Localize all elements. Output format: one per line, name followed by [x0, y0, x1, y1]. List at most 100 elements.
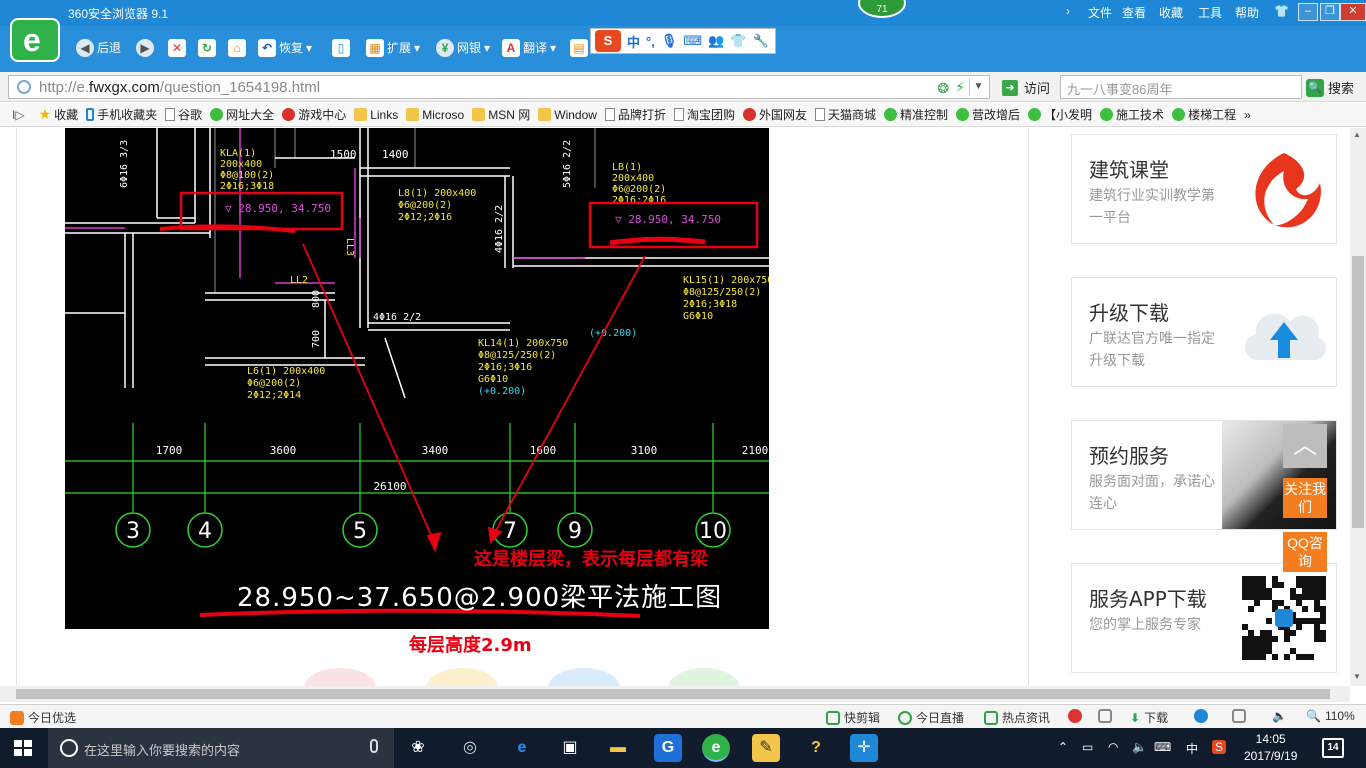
pin-icon[interactable]: [1098, 709, 1112, 723]
favorite-item[interactable]: 营改增后: [956, 106, 1020, 123]
microphone-icon[interactable]: 🎙: [661, 33, 678, 49]
security-icon[interactable]: ❂: [937, 80, 949, 97]
scroll-thumb[interactable]: [1352, 256, 1364, 528]
home-button[interactable]: ⌂: [228, 38, 246, 58]
qq-consult-button[interactable]: QQ咨询: [1283, 532, 1327, 572]
favorite-item[interactable]: 天猫商城: [814, 106, 876, 123]
more-favorites-icon[interactable]: »: [1244, 108, 1251, 122]
favorite-item[interactable]: 精准控制: [884, 106, 948, 123]
keyboard-icon[interactable]: ⌨: [1154, 740, 1171, 754]
favorite-item[interactable]: 施工技术: [1100, 106, 1164, 123]
menu-file[interactable]: 文件: [1088, 4, 1112, 21]
mobile-button[interactable]: ▯: [332, 38, 350, 58]
chevron-right-icon[interactable]: ›: [1066, 4, 1070, 18]
back-to-top-button[interactable]: ︿: [1283, 424, 1327, 468]
volume-icon[interactable]: 🔈: [1272, 709, 1287, 723]
keyboard-icon[interactable]: ⌨: [683, 33, 702, 49]
sidebar-toggle-icon[interactable]: I▷: [12, 108, 25, 122]
favorite-item[interactable]: 网址大全: [210, 106, 274, 123]
zoom-level[interactable]: 🔍 110%: [1306, 709, 1355, 723]
refresh-button[interactable]: ↻: [198, 38, 216, 58]
window-icon[interactable]: [1232, 709, 1246, 723]
sogou-tray-icon[interactable]: S: [1212, 740, 1227, 754]
menu-tools[interactable]: 工具: [1198, 4, 1222, 21]
taskbar-search[interactable]: 在这里输入你要搜索的内容: [48, 728, 394, 768]
today-picks[interactable]: 今日优选: [10, 709, 76, 726]
bank-button[interactable]: ¥ 网银 ▾: [436, 38, 490, 58]
category-circle-3[interactable]: [548, 668, 620, 686]
category-circle-2[interactable]: [426, 668, 498, 686]
notification-badge[interactable]: 71: [858, 0, 906, 18]
qq-browser-icon[interactable]: ◎: [456, 734, 484, 762]
wifi-icon[interactable]: ◠: [1108, 740, 1118, 754]
back-button[interactable]: ◀ 后退: [76, 38, 121, 58]
card-building-class[interactable]: 建筑课堂 建筑行业实训教学第一平台: [1071, 134, 1337, 244]
quick-clip[interactable]: 快剪辑: [826, 709, 880, 726]
shirt-icon[interactable]: 👕: [1274, 4, 1289, 18]
url-text[interactable]: http://e.fwxgx.com/question_1654198.html: [39, 79, 320, 96]
favorite-item[interactable]: MSN 网: [472, 106, 530, 123]
store-icon[interactable]: ▣: [556, 734, 584, 762]
today-live[interactable]: 今日直播: [898, 709, 964, 726]
skin-icon[interactable]: 👕: [730, 33, 746, 49]
ime-toolbar[interactable]: S 中 °, 🎙 ⌨ 👥 👕 🔧: [590, 28, 776, 54]
file-explorer-icon[interactable]: ▬: [604, 734, 632, 762]
restore-button[interactable]: ↶ 恢复 ▾: [258, 38, 312, 58]
extend-button[interactable]: ▦ 扩展 ▾: [366, 38, 420, 58]
favorite-item[interactable]: 游戏中心: [282, 106, 346, 123]
search-button[interactable]: 🔍 搜索: [1306, 78, 1354, 97]
glodon-icon[interactable]: G: [654, 734, 682, 762]
notes-icon[interactable]: ✎: [752, 734, 780, 762]
visit-button[interactable]: ➜ 访问: [1002, 78, 1050, 97]
health-icon[interactable]: [1068, 709, 1082, 723]
menu-help[interactable]: 帮助: [1235, 4, 1259, 21]
ie-icon[interactable]: [1194, 709, 1208, 723]
favorite-item[interactable]: 【小发明: [1028, 106, 1092, 123]
follow-us-button[interactable]: 关注我们: [1283, 478, 1327, 518]
plugin-button[interactable]: ▤: [570, 38, 588, 58]
favorite-item[interactable]: 品牌打折: [604, 106, 666, 123]
download-button[interactable]: ⬇ 下载: [1130, 709, 1168, 726]
card-upgrade-download[interactable]: 升级下载 广联达官方唯一指定升级下载: [1071, 277, 1337, 387]
favorite-item[interactable]: 楼梯工程: [1172, 106, 1236, 123]
tray-expand-icon[interactable]: ⌃: [1058, 740, 1068, 754]
connect-icon[interactable]: ✛: [850, 734, 878, 762]
task-view-icon[interactable]: ❀: [404, 734, 432, 762]
favorite-item[interactable]: 手机收藏夹: [86, 106, 157, 123]
translate-button[interactable]: A 翻译 ▾: [502, 38, 556, 58]
menu-favorites[interactable]: 收藏: [1159, 4, 1183, 21]
address-dropdown-icon[interactable]: ▼: [969, 78, 987, 96]
battery-icon[interactable]: ▭: [1082, 740, 1093, 754]
start-button[interactable]: [14, 740, 32, 756]
card-app-download[interactable]: 服务APP下载 您的掌上服务专家: [1071, 563, 1337, 673]
microphone-icon[interactable]: [370, 739, 378, 753]
favorite-item[interactable]: Microso: [406, 108, 464, 122]
punctuation-icon[interactable]: °,: [646, 34, 655, 49]
minimize-button[interactable]: –: [1298, 3, 1318, 21]
menu-view[interactable]: 查看: [1122, 4, 1146, 21]
close-button[interactable]: ✕: [1340, 3, 1366, 21]
scroll-up-icon[interactable]: ▲: [1353, 130, 1361, 139]
ime-indicator[interactable]: 中: [1186, 740, 1198, 757]
clock[interactable]: 14:05 2017/9/19: [1244, 731, 1297, 765]
search-input[interactable]: 九一八事变86周年: [1060, 75, 1302, 99]
favorite-item[interactable]: 谷歌: [165, 106, 202, 123]
hscroll-thumb[interactable]: [16, 689, 1330, 699]
favorite-item[interactable]: 淘宝团购: [673, 106, 735, 123]
user-icon[interactable]: 👥: [708, 33, 724, 49]
favorite-item[interactable]: Links: [354, 108, 398, 122]
ime-mode[interactable]: 中: [627, 32, 640, 51]
favorite-item[interactable]: ★ 收藏: [39, 106, 79, 123]
category-circle-1[interactable]: [304, 668, 376, 686]
horizontal-scrollbar[interactable]: [0, 686, 1350, 702]
favorite-item[interactable]: Window: [538, 108, 597, 122]
edge-icon[interactable]: e: [508, 734, 536, 762]
favorite-item[interactable]: 外国网友: [742, 106, 807, 123]
scroll-down-icon[interactable]: ▼: [1353, 672, 1361, 681]
address-bar[interactable]: http://e.fwxgx.com/question_1654198.html…: [8, 75, 990, 99]
wrench-icon[interactable]: 🔧: [752, 33, 768, 49]
vertical-scrollbar[interactable]: ▲ ▼: [1350, 128, 1366, 686]
help-icon[interactable]: ?: [802, 734, 830, 762]
stop-button[interactable]: ✕: [168, 38, 186, 58]
action-center-button[interactable]: 14: [1322, 738, 1344, 758]
